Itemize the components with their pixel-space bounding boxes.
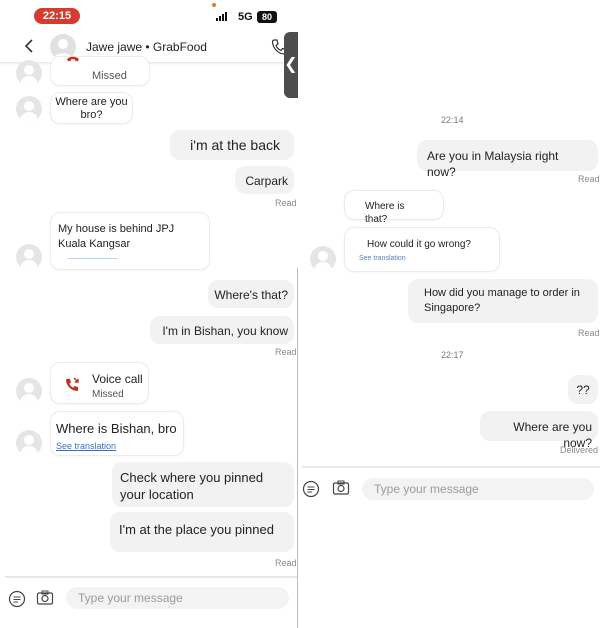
status-time: 22:15 xyxy=(34,8,80,24)
missed-call-bubble: Missed xyxy=(50,56,150,86)
contact-avatar xyxy=(16,378,42,404)
voice-call-bubble[interactable]: Voice call Missed xyxy=(50,362,149,404)
left-chat-screenshot: 22:15 5G 80 Jawe jawe • GrabFood Missed … xyxy=(0,0,298,628)
message-incoming[interactable]: Where is Bishan, bro See translation xyxy=(50,411,184,456)
panel-divider xyxy=(297,268,298,628)
recording-indicator xyxy=(212,3,216,7)
delivered-status: Delivered xyxy=(560,445,599,455)
camera-icon[interactable] xyxy=(332,479,350,497)
right-chat-screenshot: 22:14 Are you in Malaysia right now? Rea… xyxy=(302,0,600,628)
contact-avatar xyxy=(310,246,336,272)
missed-call-label: Missed xyxy=(92,70,127,82)
message-outgoing[interactable]: I'm in Bishan, you know xyxy=(150,316,294,344)
message-outgoing[interactable]: Carpark xyxy=(235,166,294,194)
network-label: 5G xyxy=(238,11,253,23)
timestamp: 22:14 xyxy=(441,115,464,125)
message-outgoing[interactable]: Are you in Malaysia right now? xyxy=(417,140,598,179)
missed-call-icon xyxy=(64,376,80,392)
read-status: Read xyxy=(275,347,297,357)
chat-templates-icon[interactable] xyxy=(302,480,320,498)
back-icon[interactable] xyxy=(24,38,38,56)
message-input[interactable] xyxy=(66,587,289,609)
message-outgoing[interactable]: ?? xyxy=(568,375,598,404)
message-outgoing[interactable]: Where's that? xyxy=(208,280,294,308)
missed-call-icon xyxy=(65,53,81,69)
read-status: Read xyxy=(578,328,600,338)
message-outgoing[interactable]: i'm at the back xyxy=(170,130,294,160)
input-divider xyxy=(5,576,298,578)
input-divider xyxy=(302,466,600,468)
camera-icon[interactable] xyxy=(36,589,54,607)
message-incoming[interactable]: My house is behind JPJ Kuala Kangsar xyxy=(50,212,210,270)
message-outgoing[interactable]: Check where you pinned your location xyxy=(112,462,294,507)
chat-templates-icon[interactable] xyxy=(8,590,26,608)
message-incoming[interactable]: Where are you bro? xyxy=(50,92,133,124)
message-input[interactable] xyxy=(362,478,594,500)
collapse-handle[interactable]: ❮ xyxy=(284,32,298,98)
signal-icon xyxy=(216,12,227,21)
battery-indicator: 80 xyxy=(257,11,277,23)
call-title: Voice call xyxy=(92,372,143,386)
see-translation-link[interactable]: See translation xyxy=(359,252,485,265)
see-translation-link[interactable]: See translation xyxy=(56,438,178,454)
contact-avatar xyxy=(16,60,42,86)
read-status: Read xyxy=(578,174,600,184)
message-incoming[interactable]: Where is that? xyxy=(344,190,444,225)
contact-avatar xyxy=(16,244,42,270)
message-outgoing[interactable]: Where are you now? xyxy=(480,411,598,450)
contact-avatar xyxy=(16,96,42,122)
read-status: Read xyxy=(275,558,297,568)
message-incoming[interactable]: How could it go wrong? See translation xyxy=(344,227,500,272)
message-outgoing[interactable]: I'm at the place you pinned xyxy=(110,512,294,552)
chat-title: Jawe jawe • GrabFood xyxy=(86,40,207,54)
link-underline xyxy=(68,258,118,259)
call-status: Missed xyxy=(92,389,124,400)
read-status: Read xyxy=(275,198,297,208)
timestamp: 22:17 xyxy=(441,350,464,360)
contact-avatar xyxy=(16,430,42,456)
message-outgoing[interactable]: How did you manage to order in Singapore… xyxy=(408,279,598,323)
